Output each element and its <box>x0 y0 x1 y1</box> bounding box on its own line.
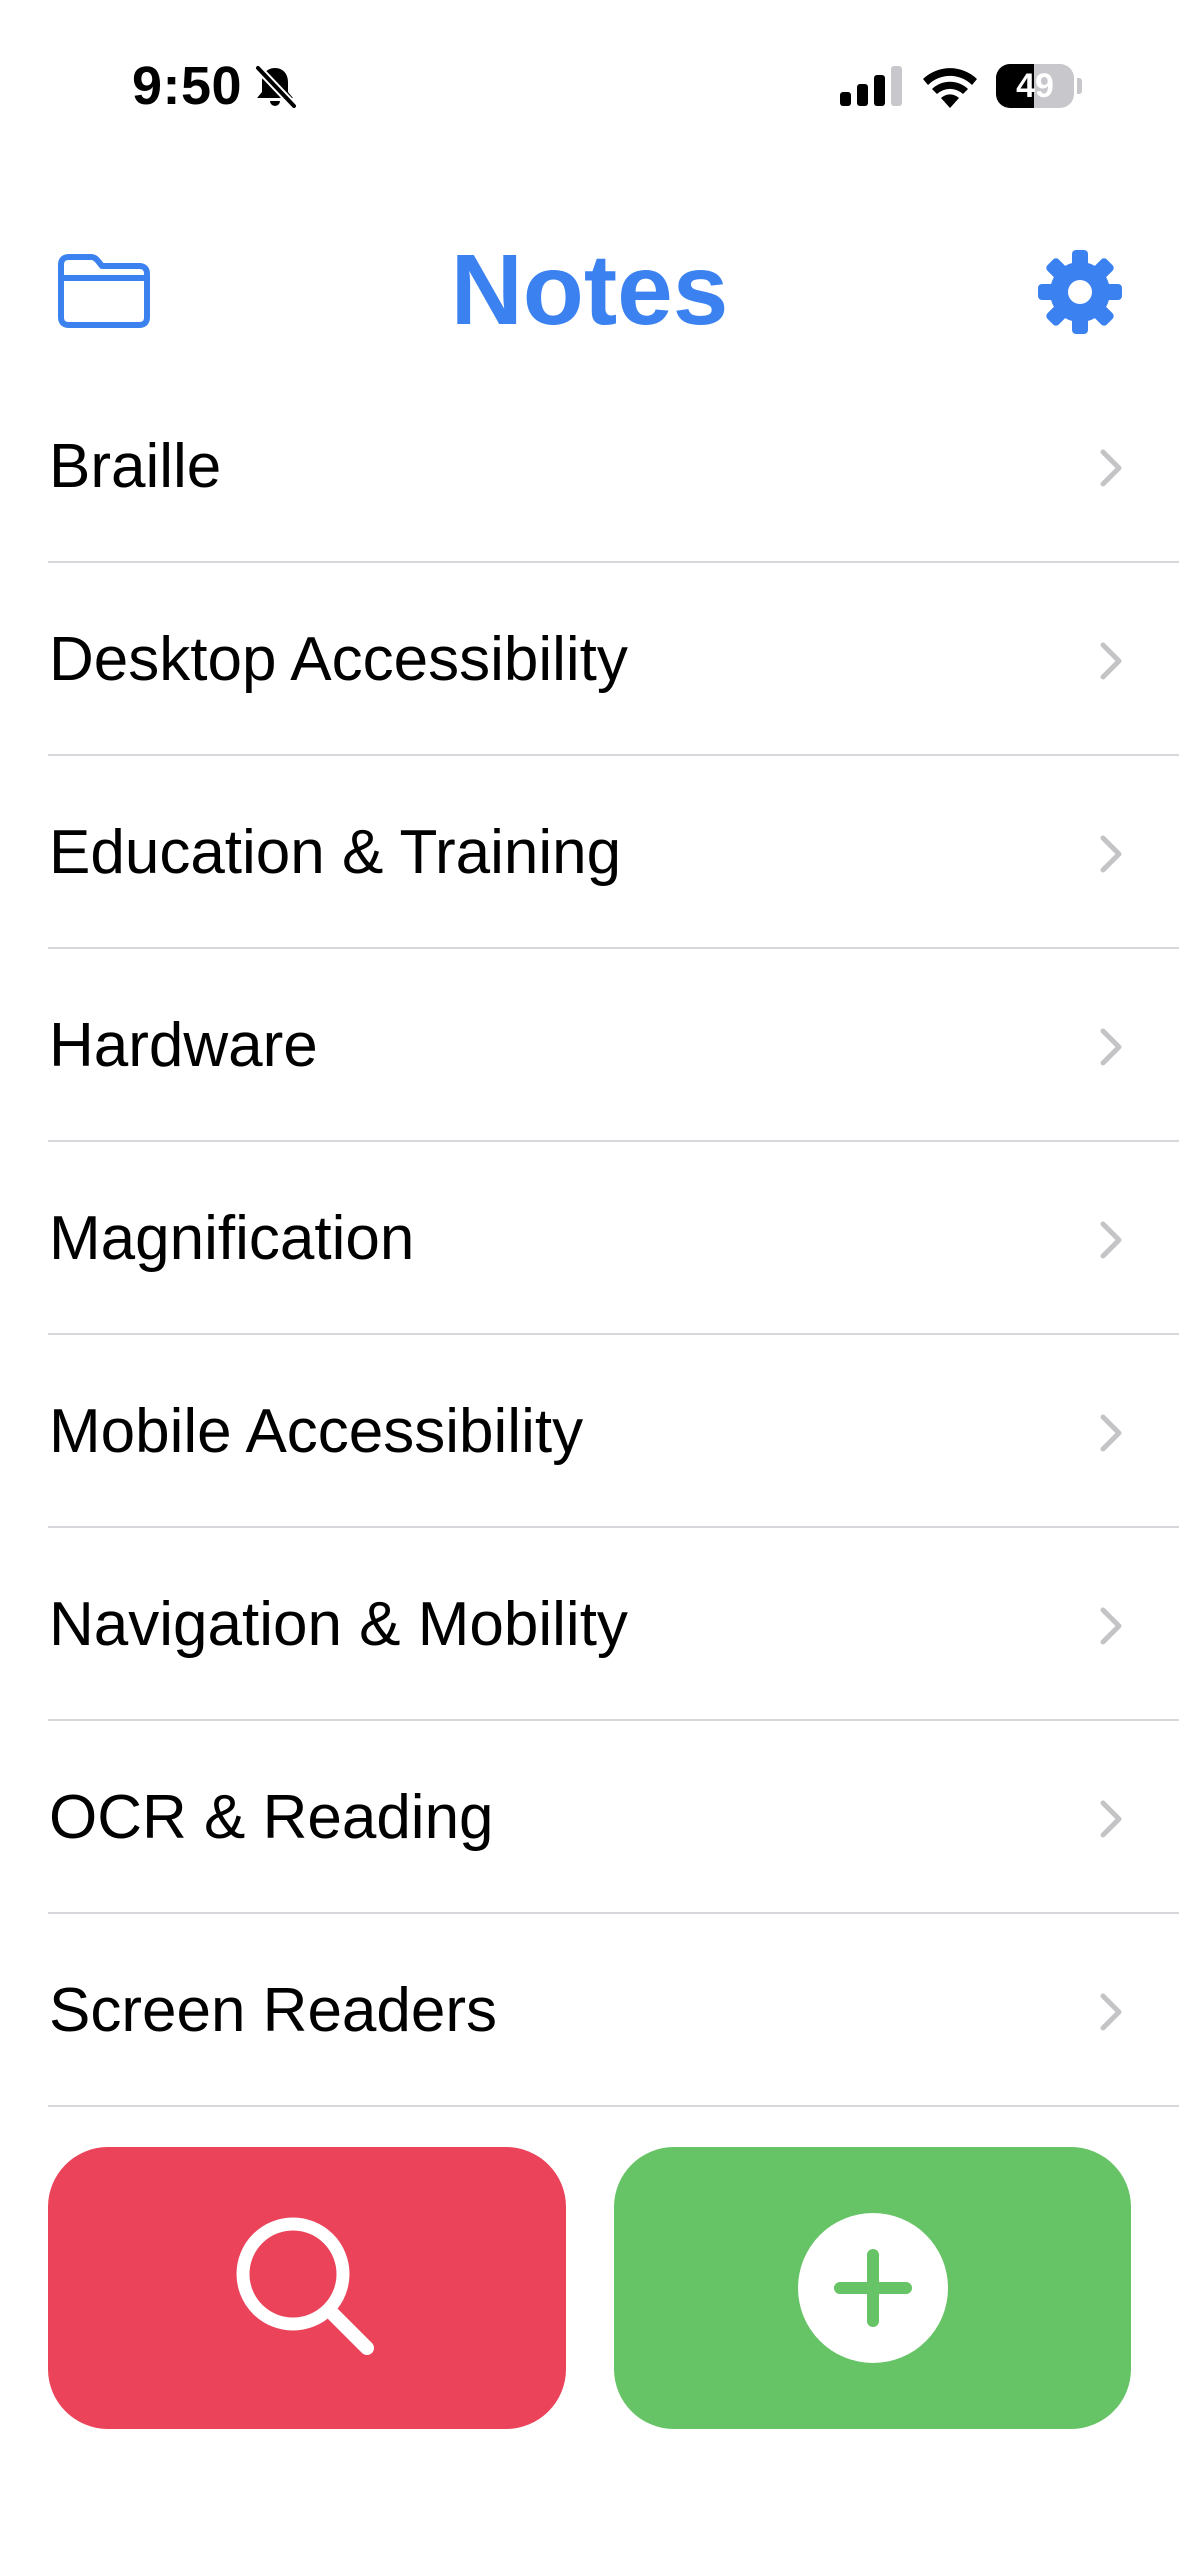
status-time: 9:50 <box>132 56 243 116</box>
chevron-right-icon <box>1100 835 1122 873</box>
bell-slash-icon <box>255 65 297 109</box>
chevron-right-icon <box>1100 1800 1122 1838</box>
search-button[interactable] <box>48 2147 566 2429</box>
chevron-right-icon <box>1100 1221 1122 1259</box>
list-item-label: Desktop Accessibility <box>49 625 628 694</box>
list-item-label: Hardware <box>49 1011 318 1080</box>
list-item-screen-readers[interactable]: Screen Readers <box>0 1914 1179 2107</box>
chevron-right-icon <box>1100 1414 1122 1452</box>
notes-list: Braille Desktop Accessibility Education … <box>0 370 1179 2107</box>
battery-icon: 49 <box>996 64 1082 108</box>
list-item-label: OCR & Reading <box>49 1783 494 1852</box>
page-title: Notes <box>450 234 729 346</box>
list-item-braille[interactable]: Braille <box>0 370 1179 563</box>
magnifying-glass-icon <box>236 2217 374 2355</box>
list-item-hardware[interactable]: Hardware <box>0 949 1179 1142</box>
wifi-icon <box>923 68 977 108</box>
list-item-ocr-reading[interactable]: OCR & Reading <box>0 1721 1179 1914</box>
cellular-signal-icon <box>840 66 902 106</box>
chevron-right-icon <box>1100 642 1122 680</box>
list-item-label: Navigation & Mobility <box>49 1590 628 1659</box>
chevron-right-icon <box>1100 1993 1122 2031</box>
battery-level: 49 <box>1016 67 1054 105</box>
gear-icon <box>1038 250 1122 334</box>
list-item-desktop-accessibility[interactable]: Desktop Accessibility <box>0 563 1179 756</box>
chevron-right-icon <box>1100 1028 1122 1066</box>
list-item-navigation-mobility[interactable]: Navigation & Mobility <box>0 1528 1179 1721</box>
chevron-right-icon <box>1100 449 1122 487</box>
row-divider <box>48 2105 1179 2107</box>
list-item-education-training[interactable]: Education & Training <box>0 756 1179 949</box>
chevron-right-icon <box>1100 1607 1122 1645</box>
list-item-label: Mobile Accessibility <box>49 1397 584 1466</box>
list-item-label: Braille <box>49 432 222 501</box>
nav-header: Notes <box>0 210 1179 370</box>
list-item-magnification[interactable]: Magnification <box>0 1142 1179 1335</box>
plus-circle-icon <box>797 2213 948 2363</box>
status-bar: 9:50 49 <box>0 0 1179 150</box>
add-button[interactable] <box>614 2147 1131 2429</box>
settings-button[interactable] <box>1028 240 1132 344</box>
notes-screen: 9:50 49 Notes Braille Desktop Accessibil… <box>0 0 1179 2556</box>
list-item-label: Magnification <box>49 1204 415 1273</box>
list-item-label: Screen Readers <box>49 1976 498 2045</box>
list-item-mobile-accessibility[interactable]: Mobile Accessibility <box>0 1335 1179 1528</box>
list-item-label: Education & Training <box>49 818 622 887</box>
